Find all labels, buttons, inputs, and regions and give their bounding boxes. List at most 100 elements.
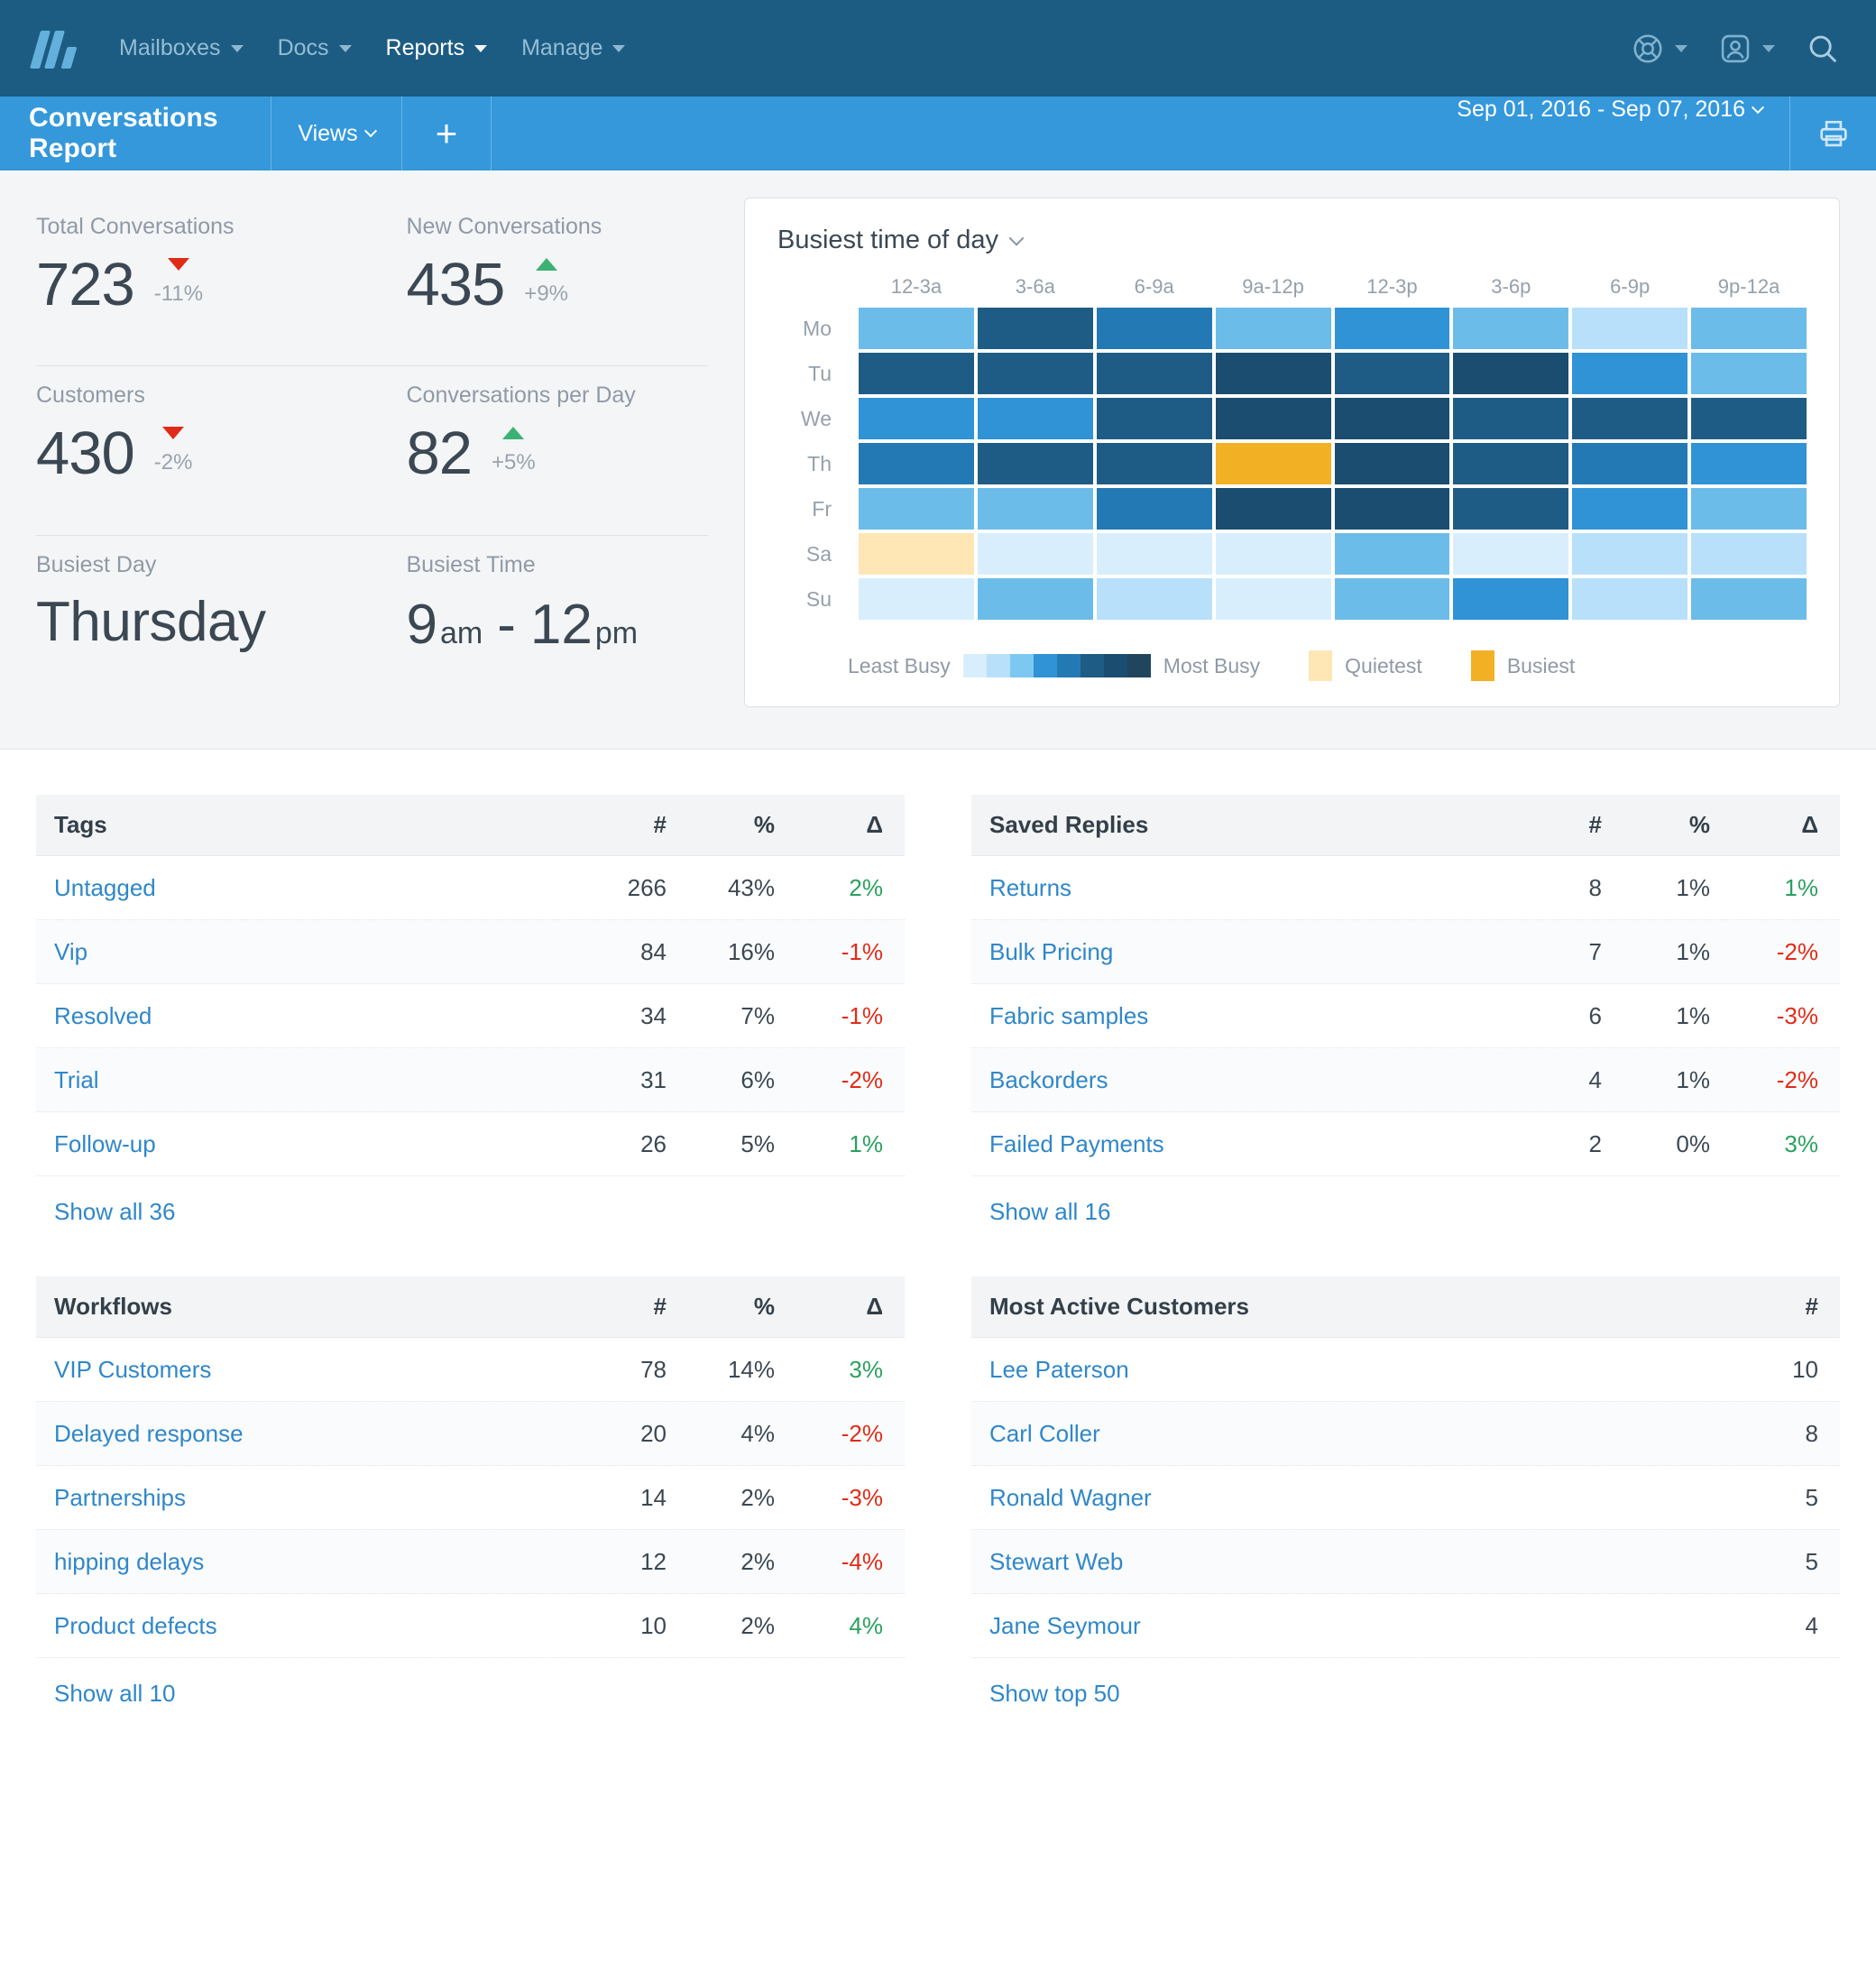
- heatmap-cell[interactable]: [1572, 488, 1687, 530]
- heatmap-cell[interactable]: [978, 353, 1093, 394]
- heatmap-cell[interactable]: [1691, 488, 1807, 530]
- nav-item-manage[interactable]: Manage: [521, 35, 625, 61]
- chevron-down-icon: [1762, 45, 1775, 52]
- heatmap-cell[interactable]: [1097, 443, 1212, 484]
- heatmap-cell[interactable]: [1691, 308, 1807, 349]
- heatmap-title-dropdown[interactable]: Busiest time of day: [777, 226, 1807, 255]
- heatmap-cell[interactable]: [1453, 443, 1568, 484]
- heatmap-cell[interactable]: [1097, 308, 1212, 349]
- row-name-link[interactable]: Vip: [54, 938, 558, 966]
- heatmap-cell[interactable]: [978, 578, 1093, 620]
- table-workflows: Workflows # % Δ VIP Customers7814%3%Dela…: [36, 1276, 905, 1708]
- heatmap-cell[interactable]: [1335, 353, 1450, 394]
- heatmap-cell[interactable]: [1097, 398, 1212, 439]
- heatmap-cell[interactable]: [859, 308, 974, 349]
- row-name-link[interactable]: hipping delays: [54, 1548, 558, 1576]
- heatmap-cell[interactable]: [859, 443, 974, 484]
- heatmap-cell[interactable]: [1453, 488, 1568, 530]
- heatmap-cell[interactable]: [859, 353, 974, 394]
- heatmap-cell[interactable]: [1097, 533, 1212, 575]
- heatmap-cell[interactable]: [1572, 578, 1687, 620]
- heatmap-cell[interactable]: [859, 488, 974, 530]
- row-name-link[interactable]: Stewart Web: [989, 1548, 1710, 1576]
- heatmap-cell[interactable]: [1216, 398, 1331, 439]
- row-name-link[interactable]: Fabric samples: [989, 1002, 1494, 1030]
- heatmap-cell[interactable]: [1097, 353, 1212, 394]
- heatmap-cell[interactable]: [1691, 398, 1807, 439]
- heatmap-cell[interactable]: [978, 443, 1093, 484]
- heatmap-cell[interactable]: [1335, 308, 1450, 349]
- heatmap-cell[interactable]: [1216, 443, 1331, 484]
- heatmap-cell[interactable]: [978, 398, 1093, 439]
- heatmap-cell[interactable]: [978, 488, 1093, 530]
- stats-grid: Total Conversations 723 -11% New Convers…: [36, 198, 708, 707]
- heatmap-cell[interactable]: [1335, 443, 1450, 484]
- heatmap-cell[interactable]: [978, 308, 1093, 349]
- show-all-tags-link[interactable]: Show all 36: [36, 1176, 905, 1226]
- row-name-link[interactable]: Failed Payments: [989, 1130, 1494, 1158]
- heatmap-cell[interactable]: [1453, 533, 1568, 575]
- heatmap-cell[interactable]: [1572, 398, 1687, 439]
- heatmap-cell[interactable]: [978, 533, 1093, 575]
- heatmap-cell[interactable]: [1097, 578, 1212, 620]
- heatmap-cell[interactable]: [1572, 533, 1687, 575]
- heatmap-row: We: [777, 398, 1807, 439]
- heatmap-cell[interactable]: [1335, 533, 1450, 575]
- heatmap-cell[interactable]: [1572, 353, 1687, 394]
- helpscout-logo-icon[interactable]: [29, 25, 76, 72]
- heatmap-cell[interactable]: [859, 533, 974, 575]
- heatmap-cell[interactable]: [1216, 578, 1331, 620]
- add-view-button[interactable]: +: [401, 97, 491, 170]
- nav-item-reports[interactable]: Reports: [386, 35, 488, 61]
- nav-item-docs[interactable]: Docs: [278, 35, 352, 61]
- heatmap-cell[interactable]: [1216, 308, 1331, 349]
- row-name-link[interactable]: Delayed response: [54, 1420, 558, 1448]
- heatmap-cell[interactable]: [859, 398, 974, 439]
- row-name-link[interactable]: Carl Coller: [989, 1420, 1710, 1448]
- heatmap-cell[interactable]: [1691, 353, 1807, 394]
- row-name-link[interactable]: Product defects: [54, 1612, 558, 1640]
- show-top-customers-link[interactable]: Show top 50: [971, 1658, 1840, 1708]
- heatmap-cell[interactable]: [1691, 578, 1807, 620]
- row-name-link[interactable]: Backorders: [989, 1066, 1494, 1094]
- heatmap-cell[interactable]: [1216, 353, 1331, 394]
- heatmap-cell[interactable]: [1216, 488, 1331, 530]
- show-all-workflows-link[interactable]: Show all 10: [36, 1658, 905, 1708]
- heatmap-cell[interactable]: [1097, 488, 1212, 530]
- row-name-link[interactable]: Follow-up: [54, 1130, 558, 1158]
- heatmap-cell[interactable]: [859, 578, 974, 620]
- row-name-link[interactable]: VIP Customers: [54, 1356, 558, 1384]
- heatmap-cell[interactable]: [1335, 398, 1450, 439]
- help-menu-button[interactable]: [1631, 32, 1687, 66]
- row-name-link[interactable]: Ronald Wagner: [989, 1484, 1710, 1512]
- row-name-link[interactable]: Returns: [989, 874, 1494, 902]
- heatmap-cell[interactable]: [1691, 443, 1807, 484]
- heatmap-cell[interactable]: [1453, 578, 1568, 620]
- chevron-down-icon: [474, 45, 487, 52]
- heatmap-cell[interactable]: [1453, 398, 1568, 439]
- views-dropdown[interactable]: Views: [271, 97, 401, 170]
- search-button[interactable]: [1806, 32, 1840, 66]
- nav-item-mailboxes[interactable]: Mailboxes: [119, 35, 244, 61]
- heatmap-cell[interactable]: [1216, 533, 1331, 575]
- row-name-link[interactable]: Lee Paterson: [989, 1356, 1710, 1384]
- row-name-link[interactable]: Resolved: [54, 1002, 558, 1030]
- date-range-picker[interactable]: Sep 01, 2016 - Sep 07, 2016: [492, 97, 1789, 123]
- heatmap-cell[interactable]: [1335, 488, 1450, 530]
- stat-value: 723: [36, 254, 134, 315]
- row-name-link[interactable]: Trial: [54, 1066, 558, 1094]
- column-header-count: #: [558, 1293, 667, 1321]
- heatmap-cell[interactable]: [1453, 353, 1568, 394]
- row-name-link[interactable]: Untagged: [54, 874, 558, 902]
- print-button[interactable]: [1789, 97, 1876, 170]
- row-name-link[interactable]: Jane Seymour: [989, 1612, 1710, 1640]
- heatmap-cell[interactable]: [1335, 578, 1450, 620]
- row-name-link[interactable]: Partnerships: [54, 1484, 558, 1512]
- heatmap-cell[interactable]: [1572, 443, 1687, 484]
- row-name-link[interactable]: Bulk Pricing: [989, 938, 1494, 966]
- heatmap-cell[interactable]: [1453, 308, 1568, 349]
- heatmap-cell[interactable]: [1691, 533, 1807, 575]
- heatmap-cell[interactable]: [1572, 308, 1687, 349]
- show-all-saved-replies-link[interactable]: Show all 16: [971, 1176, 1840, 1226]
- account-menu-button[interactable]: [1718, 32, 1775, 66]
